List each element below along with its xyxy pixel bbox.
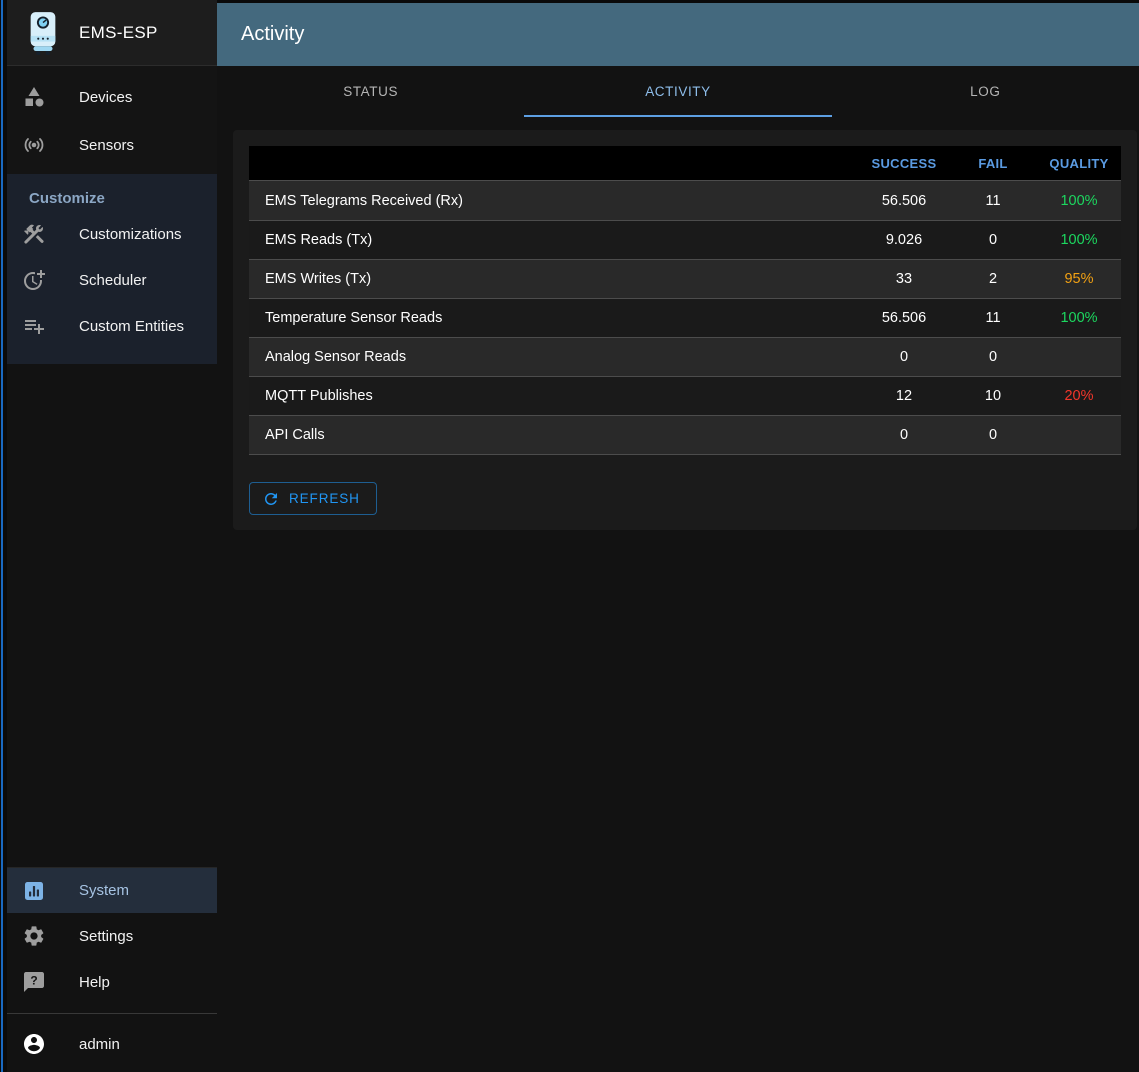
gear-icon [22,924,46,948]
row-fail-value: 0 [949,427,1037,443]
row-fail-value: 10 [949,388,1037,404]
app-logo-header: EMS-ESP [7,0,217,66]
row-label: EMS Reads (Tx) [249,232,859,248]
table-row: Analog Sensor Reads 0 0 [249,337,1121,376]
row-quality-value: 20% [1037,388,1121,404]
row-success-value: 56.506 [859,310,949,326]
row-label: Analog Sensor Reads [249,349,859,365]
content-area: SUCCESS FAIL QUALITY EMS Telegrams Recei… [217,117,1139,1072]
app-title: EMS-ESP [79,23,158,43]
activity-panel: SUCCESS FAIL QUALITY EMS Telegrams Recei… [233,130,1137,530]
sidebar-item-label: admin [79,1036,120,1053]
table-row: Temperature Sensor Reads 56.506 11 100% [249,298,1121,337]
sidebar-item-system[interactable]: System [7,868,217,913]
column-header-quality: QUALITY [1037,156,1121,171]
refresh-button-label: REFRESH [289,491,360,506]
appbar: Activity [217,0,1139,66]
table-row: EMS Writes (Tx) 33 2 95% [249,259,1121,298]
sidebar-item-label: Devices [79,89,132,106]
sidebar-item-label: Sensors [79,137,134,154]
sidebar: EMS-ESP Devices Sensors Customize [7,0,217,1072]
svg-text:?: ? [30,974,37,988]
sidebar-item-custom-entities[interactable]: Custom Entities [7,303,217,349]
tab-status[interactable]: STATUS [217,66,524,117]
row-success-value: 12 [859,388,949,404]
analytics-icon [22,879,46,903]
row-fail-value: 2 [949,271,1037,287]
row-label: MQTT Publishes [249,388,859,404]
row-quality-value: 100% [1037,232,1121,248]
tab-activity[interactable]: ACTIVITY [524,66,831,117]
tab-bar: STATUS ACTIVITY LOG [217,66,1139,117]
sidebar-item-label: Custom Entities [79,318,184,335]
refresh-button[interactable]: REFRESH [249,482,377,515]
clock-plus-icon [22,268,46,292]
construction-icon [22,222,46,246]
sidebar-item-devices[interactable]: Devices [7,73,217,121]
sidebar-item-label: Scheduler [79,272,147,289]
sidebar-item-label: Settings [79,928,133,945]
help-bubble-icon: ? [22,970,46,994]
account-circle-icon [22,1032,46,1056]
playlist-add-icon [22,314,46,338]
activity-table: SUCCESS FAIL QUALITY EMS Telegrams Recei… [249,146,1121,455]
tab-log[interactable]: LOG [832,66,1139,117]
sidebar-user-section: admin [7,1013,217,1072]
sidebar-item-settings[interactable]: Settings [7,913,217,959]
customize-section-label: Customize [7,187,217,211]
refresh-icon [262,490,280,508]
row-success-value: 56.506 [859,193,949,209]
table-row: API Calls 0 0 [249,415,1121,454]
row-label: EMS Telegrams Received (Rx) [249,193,859,209]
sidebar-item-admin[interactable]: admin [7,1021,217,1067]
sidebar-item-scheduler[interactable]: Scheduler [7,257,217,303]
column-header-fail: FAIL [949,156,1037,171]
main-area: Activity STATUS ACTIVITY LOG SUCCESS FAI… [217,0,1139,1072]
row-fail-value: 0 [949,232,1037,248]
row-success-value: 9.026 [859,232,949,248]
row-fail-value: 11 [949,193,1037,209]
sensors-icon [22,133,46,157]
column-header-success: SUCCESS [859,156,949,171]
sidebar-item-label: Help [79,974,110,991]
boiler-logo-icon [24,10,62,56]
row-success-value: 0 [859,349,949,365]
row-fail-value: 11 [949,310,1037,326]
sidebar-main-nav: Devices Sensors [7,66,217,174]
sidebar-item-label: Customizations [79,226,182,243]
table-row: EMS Telegrams Received (Rx) 56.506 11 10… [249,181,1121,220]
sidebar-item-help[interactable]: ? Help [7,959,217,1005]
table-header: SUCCESS FAIL QUALITY [249,146,1121,180]
table-row: MQTT Publishes 12 10 20% [249,376,1121,415]
row-quality-value: 95% [1037,271,1121,287]
sidebar-item-customizations[interactable]: Customizations [7,211,217,257]
background-window-edge [1,0,3,1072]
sidebar-item-label: System [79,882,129,899]
sidebar-item-sensors[interactable]: Sensors [7,121,217,169]
sidebar-bottom-nav: System Settings ? Help [7,867,217,1013]
row-success-value: 33 [859,271,949,287]
row-label: EMS Writes (Tx) [249,271,859,287]
row-quality-value: 100% [1037,193,1121,209]
row-label: API Calls [249,427,859,443]
row-fail-value: 0 [949,349,1037,365]
category-icon [22,85,46,109]
screen: EMS-ESP Devices Sensors Customize [0,0,1139,1072]
background-window-sliver [0,0,7,1072]
page-title: Activity [241,23,304,46]
sidebar-customize-section: Customize Customizations Scheduler Custo… [7,174,217,364]
sidebar-spacer [7,364,217,867]
table-body: EMS Telegrams Received (Rx) 56.506 11 10… [249,180,1121,455]
row-quality-value: 100% [1037,310,1121,326]
row-success-value: 0 [859,427,949,443]
table-row: EMS Reads (Tx) 9.026 0 100% [249,220,1121,259]
row-label: Temperature Sensor Reads [249,310,859,326]
